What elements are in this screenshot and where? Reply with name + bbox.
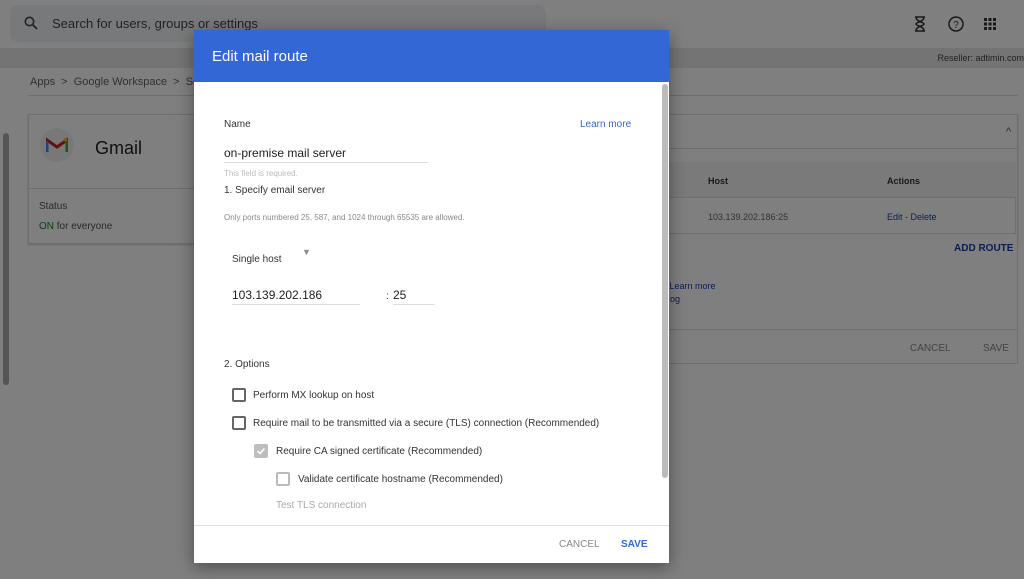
- name-hint: This field is required.: [224, 169, 298, 178]
- validate-hostname-label: Validate certificate hostname (Recommend…: [298, 474, 503, 485]
- divider: [194, 525, 669, 526]
- require-tls-label: Require mail to be transmitted via a sec…: [253, 418, 600, 429]
- ports-note: Only ports numbered 25, 587, and 1024 th…: [224, 213, 465, 222]
- check-icon: [256, 447, 266, 455]
- save-button[interactable]: SAVE: [621, 539, 648, 550]
- dropdown-arrow-icon: ▼: [302, 247, 311, 257]
- mx-lookup-checkbox[interactable]: [232, 388, 246, 402]
- name-input[interactable]: on-premise mail server: [224, 146, 428, 163]
- test-tls-link[interactable]: Test TLS connection: [276, 500, 366, 511]
- host-type-dropdown[interactable]: Single host ▼: [232, 247, 322, 265]
- host-type-value: Single host: [232, 254, 282, 265]
- validate-hostname-checkbox[interactable]: [276, 472, 290, 486]
- dialog-header: Edit mail route: [194, 30, 669, 82]
- cancel-button[interactable]: CANCEL: [559, 539, 600, 550]
- port-input[interactable]: 25: [393, 288, 435, 305]
- require-ca-checkbox[interactable]: [254, 444, 268, 458]
- dialog-scrollbar[interactable]: [662, 84, 668, 478]
- require-ca-label: Require CA signed certificate (Recommend…: [276, 446, 483, 457]
- require-tls-checkbox[interactable]: [232, 416, 246, 430]
- section-specify-server: 1. Specify email server: [224, 185, 326, 196]
- dialog-title: Edit mail route: [212, 48, 308, 65]
- port-separator: :: [386, 291, 389, 302]
- name-label: Name: [224, 119, 251, 130]
- edit-mail-route-dialog: Edit mail route Name Learn more on-premi…: [194, 30, 669, 563]
- mx-lookup-label: Perform MX lookup on host: [253, 390, 375, 401]
- section-options: 2. Options: [224, 359, 270, 370]
- host-input[interactable]: 103.139.202.186: [232, 288, 360, 305]
- learn-more-link[interactable]: Learn more: [580, 119, 631, 130]
